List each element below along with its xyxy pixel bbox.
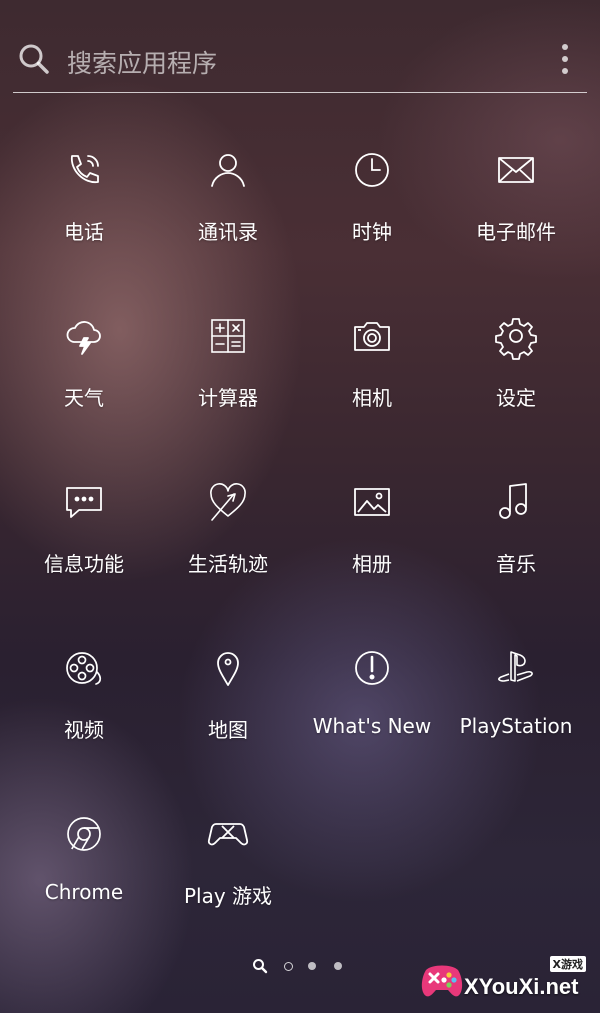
music-icon [496, 482, 536, 522]
settings-gear-icon [495, 316, 537, 360]
app-label: 地图 [208, 718, 248, 742]
app-chrome[interactable]: Chrome [12, 794, 156, 944]
app-label: 相册 [352, 552, 392, 576]
app-clock[interactable]: 时钟 [300, 130, 444, 280]
app-mail[interactable]: 电子邮件 [444, 130, 588, 280]
map-pin-icon [208, 648, 248, 688]
app-music[interactable]: 音乐 [444, 462, 588, 612]
app-label: Chrome [44, 880, 124, 904]
app-weather[interactable]: 天气 [12, 296, 156, 446]
app-label: 时钟 [352, 220, 392, 244]
app-lifelog[interactable]: 生活轨迹 [156, 462, 300, 612]
app-playstation[interactable]: PlayStation [444, 628, 588, 778]
page-dot-1[interactable] [284, 962, 293, 971]
app-label: 天气 [64, 386, 104, 410]
video-icon [64, 648, 104, 688]
chrome-icon [64, 814, 104, 854]
app-label: What's New [312, 714, 432, 738]
mail-icon [496, 150, 536, 190]
app-label: PlayStation [459, 714, 573, 738]
app-label: 电话 [64, 220, 104, 244]
app-whats-new[interactable]: What's New [300, 628, 444, 778]
message-icon [64, 482, 104, 522]
app-video[interactable]: 视频 [12, 628, 156, 778]
app-camera[interactable]: 相机 [300, 296, 444, 446]
calculator-icon [208, 316, 248, 356]
app-label: 生活轨迹 [188, 552, 268, 576]
app-label: 计算器 [198, 386, 258, 410]
app-label: 电子邮件 [476, 220, 556, 244]
app-calculator[interactable]: 计算器 [156, 296, 300, 446]
app-contacts[interactable]: 通讯录 [156, 130, 300, 280]
app-phone[interactable]: 电话 [12, 130, 156, 280]
phone-icon [64, 150, 104, 190]
lifelog-icon [208, 482, 248, 522]
gamepad-logo-icon [420, 956, 464, 1002]
play-games-icon [207, 814, 249, 854]
app-label: 音乐 [496, 552, 536, 576]
app-album[interactable]: 相册 [300, 462, 444, 612]
watermark-brand: XYouXi.net [464, 974, 579, 999]
app-label: 设定 [496, 386, 536, 410]
search-input[interactable]: 搜索应用程序 [67, 44, 217, 80]
playstation-icon [496, 648, 536, 688]
app-label: 信息功能 [44, 552, 124, 576]
page-dot-2[interactable] [308, 962, 316, 970]
app-label: 视频 [64, 718, 104, 742]
contacts-icon [208, 150, 248, 190]
search-icon [17, 42, 51, 76]
app-settings[interactable]: 设定 [444, 296, 588, 446]
page-dot-3[interactable] [334, 962, 342, 970]
more-vertical-icon[interactable] [557, 42, 573, 76]
pager-search-icon[interactable] [252, 958, 268, 974]
app-label: 相机 [352, 386, 392, 410]
app-label: 通讯录 [198, 220, 258, 244]
search-bar[interactable]: 搜索应用程序 [13, 28, 587, 93]
watermark-tag: X游戏 [549, 956, 586, 972]
weather-icon [64, 316, 104, 356]
watermark: X游戏 XYouXi.net [420, 952, 592, 1008]
app-maps[interactable]: 地图 [156, 628, 300, 778]
app-label: Play 游戏 [183, 884, 273, 908]
app-play-games[interactable]: Play 游戏 [156, 794, 300, 944]
album-icon [352, 482, 392, 522]
whats-new-icon [352, 648, 392, 688]
app-messages[interactable]: 信息功能 [12, 462, 156, 612]
camera-icon [352, 316, 392, 356]
clock-icon [352, 150, 392, 190]
